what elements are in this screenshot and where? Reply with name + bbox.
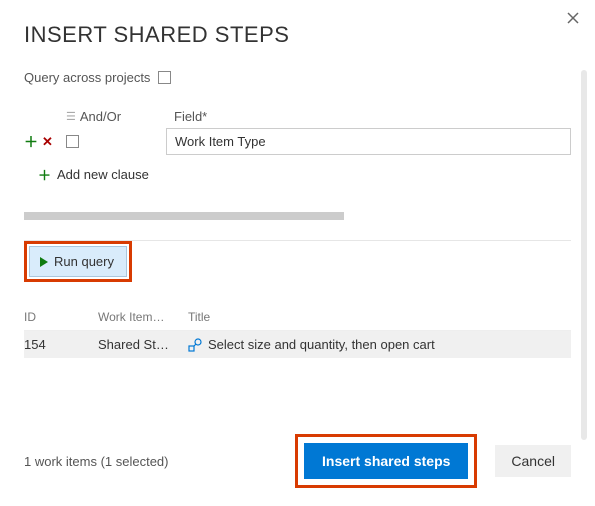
horizontal-scrollbar[interactable] <box>24 212 344 220</box>
col-title-header[interactable]: Title <box>188 310 571 324</box>
run-query-label: Run query <box>54 254 114 269</box>
shared-steps-icon <box>188 338 202 352</box>
query-clause-row: ＋ ✕ <box>24 128 571 155</box>
andor-checkbox[interactable] <box>66 135 79 148</box>
row-id: 154 <box>24 337 98 352</box>
insert-shared-steps-button[interactable]: Insert shared steps <box>304 443 468 479</box>
query-grid-header: ☰ And/Or Field* <box>24 105 571 128</box>
insert-shared-steps-dialog: INSERT SHARED STEPS Query across project… <box>0 0 595 506</box>
table-row[interactable]: 154 Shared St… Select size and quantity,… <box>24 331 571 358</box>
query-across-row: Query across projects <box>24 70 571 85</box>
andor-header: ☰ And/Or <box>66 105 166 128</box>
close-icon <box>567 12 579 24</box>
row-title-text: Select size and quantity, then open cart <box>208 337 435 352</box>
row-type: Shared St… <box>98 337 188 352</box>
results-table: ID Work Item… Title 154 Shared St… Selec… <box>24 304 571 358</box>
dialog-content: Query across projects ☰ And/Or Field* ＋ … <box>24 70 571 431</box>
footer-actions: Insert shared steps Cancel <box>295 434 571 488</box>
field-input[interactable] <box>166 128 571 155</box>
vertical-scrollbar[interactable] <box>581 70 587 440</box>
dialog-footer: 1 work items (1 selected) Insert shared … <box>24 434 571 488</box>
col-type-header[interactable]: Work Item… <box>98 310 188 324</box>
field-cell <box>166 128 571 155</box>
row-controls: ＋ ✕ <box>24 132 66 152</box>
field-header: Field* <box>166 105 571 128</box>
insert-highlight: Insert shared steps <box>295 434 477 488</box>
remove-row-icon[interactable]: ✕ <box>42 134 53 150</box>
run-query-button[interactable]: Run query <box>29 246 127 277</box>
close-button[interactable] <box>563 8 583 28</box>
run-query-highlight: Run query <box>24 241 132 282</box>
col-id-header[interactable]: ID <box>24 310 98 324</box>
cancel-button[interactable]: Cancel <box>495 445 571 477</box>
results-header: ID Work Item… Title <box>24 304 571 331</box>
add-row-icon[interactable]: ＋ <box>24 132 38 152</box>
footer-status: 1 work items (1 selected) <box>24 454 169 469</box>
play-icon <box>40 257 48 267</box>
andor-cell <box>66 135 166 148</box>
list-icon: ☰ <box>66 110 76 123</box>
row-title: Select size and quantity, then open cart <box>188 337 571 352</box>
dialog-title: INSERT SHARED STEPS <box>0 0 595 48</box>
add-clause-label: Add new clause <box>57 167 149 182</box>
query-across-checkbox[interactable] <box>158 71 171 84</box>
add-clause-button[interactable]: ＋ Add new clause <box>38 165 571 184</box>
andor-header-label: And/Or <box>80 109 121 124</box>
plus-icon: ＋ <box>38 165 51 184</box>
query-across-label: Query across projects <box>24 70 150 85</box>
